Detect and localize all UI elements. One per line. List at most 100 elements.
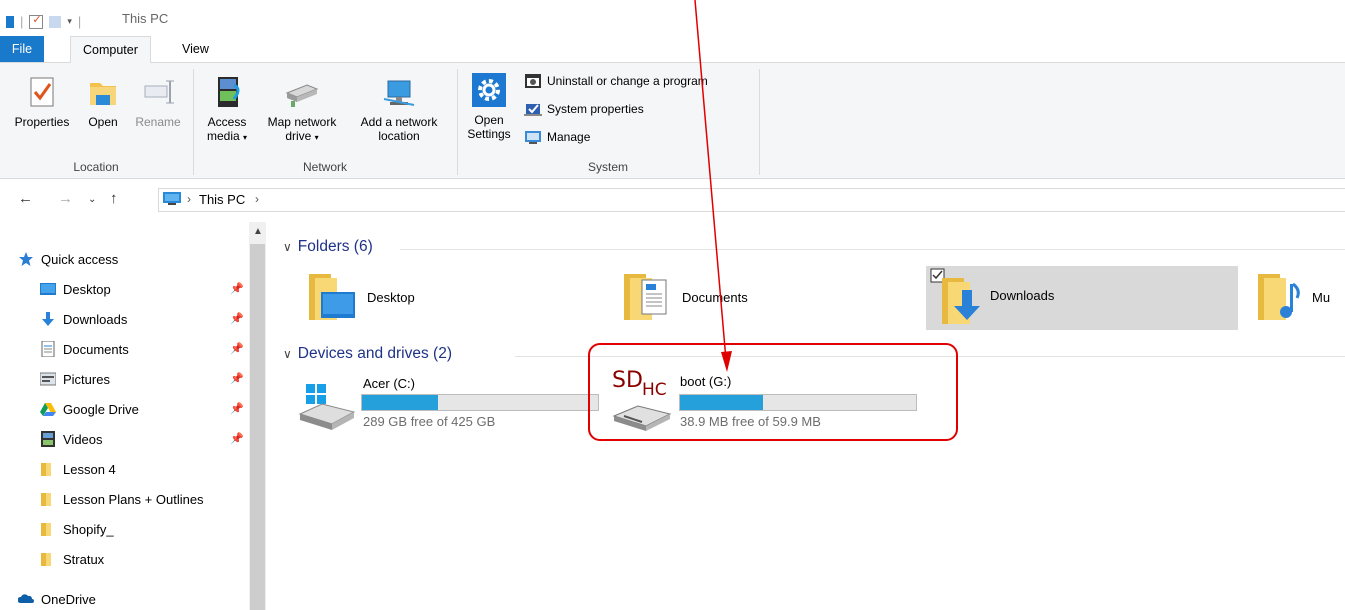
- uninstall-program-button[interactable]: Uninstall or change a program: [524, 73, 708, 89]
- breadcrumb-separator[interactable]: ›: [187, 192, 191, 206]
- desktop-icon: [40, 281, 56, 297]
- open-settings-button[interactable]: Open Settings: [464, 67, 514, 141]
- folder-icon: [40, 461, 56, 477]
- documents-icon: [40, 340, 56, 358]
- videos-icon: [40, 431, 56, 447]
- chevron-down-icon: ▾: [314, 133, 319, 142]
- drive-free-space: 289 GB free of 425 GB: [363, 414, 496, 429]
- up-arrow-icon[interactable]: ↑: [110, 190, 118, 207]
- collapse-chevron-icon[interactable]: ∨: [283, 240, 292, 254]
- sidebar-item-label: Stratux: [63, 551, 105, 567]
- folders-header-label: Folders (6): [297, 238, 373, 255]
- sidebar-item-onedrive[interactable]: OneDrive: [17, 588, 96, 610]
- access-media-label-1: Access: [207, 115, 247, 129]
- navigation-pane: Quick access Desktop 📌 Downloads 📌 Docum…: [0, 222, 256, 610]
- add-network-location-icon: [382, 75, 416, 109]
- properties-button[interactable]: Properties: [8, 67, 76, 129]
- scroll-up-arrow-icon[interactable]: ▲: [253, 226, 263, 237]
- sidebar-item-documents[interactable]: Documents: [40, 338, 129, 360]
- folder-documents[interactable]: Documents: [622, 270, 748, 324]
- tab-computer[interactable]: Computer: [70, 36, 151, 63]
- properties-qat-icon[interactable]: ✓: [29, 14, 44, 29]
- downloads-folder-icon: [930, 268, 980, 324]
- sidebar-item-quick-access[interactable]: Quick access: [18, 248, 118, 270]
- folder-label: Mu: [1312, 289, 1331, 305]
- system-properties-button[interactable]: System properties: [524, 101, 644, 117]
- access-media-button[interactable]: Access media ▾: [201, 67, 253, 145]
- recent-locations-chevron-icon[interactable]: ⌄: [88, 194, 96, 205]
- breadcrumb-this-pc[interactable]: This PC: [199, 192, 245, 207]
- manage-button[interactable]: Manage: [524, 129, 590, 145]
- sidebar-item-label: Google Drive: [63, 401, 139, 417]
- pin-icon[interactable]: 📌: [230, 282, 244, 295]
- folder-downloads[interactable]: Downloads: [930, 268, 1055, 324]
- desktop-folder-icon: [307, 270, 357, 324]
- documents-folder-icon: [622, 270, 672, 324]
- sidebar-item-label: Lesson 4: [63, 461, 116, 477]
- folder-icon: [40, 491, 56, 507]
- sidebar-item-shopify[interactable]: Shopify_: [40, 518, 114, 540]
- tab-file[interactable]: File: [0, 36, 44, 62]
- address-bar[interactable]: › This PC ›: [158, 188, 1345, 212]
- chevron-down-icon: ▾: [243, 133, 248, 142]
- sidebar-item-downloads[interactable]: Downloads: [40, 308, 127, 330]
- sidebar-item-lesson-4[interactable]: Lesson 4: [40, 458, 116, 480]
- customize-qat-icon[interactable]: ▾: [67, 16, 72, 27]
- properties-label: Properties: [14, 115, 70, 129]
- drive-name: Acer (C:): [363, 376, 415, 391]
- new-folder-qat-icon[interactable]: [49, 15, 62, 28]
- devices-drives-group-header[interactable]: ∨ Devices and drives (2): [283, 345, 452, 363]
- onedrive-label: OneDrive: [41, 591, 96, 607]
- network-group-label: Network: [302, 160, 347, 174]
- access-media-label-2: media: [206, 129, 240, 143]
- manage-label: Manage: [547, 130, 591, 144]
- open-settings-label-2: Settings: [467, 127, 511, 141]
- sidebar-item-lesson-plans[interactable]: Lesson Plans + Outlines: [40, 488, 204, 510]
- add-location-label-1: Add a network: [360, 115, 438, 129]
- system-properties-icon: [524, 104, 542, 116]
- sidebar-scrollbar-thumb[interactable]: [250, 244, 265, 610]
- sidebar-item-videos[interactable]: Videos: [40, 428, 103, 450]
- map-network-drive-icon: [285, 75, 319, 109]
- add-location-label-2: location: [378, 129, 420, 143]
- folder-icon: [40, 521, 56, 537]
- annotation-highlight-box: [588, 343, 958, 441]
- folder-label: Downloads: [990, 287, 1055, 303]
- pin-icon[interactable]: 📌: [230, 402, 244, 415]
- rename-button[interactable]: Rename: [130, 67, 186, 129]
- pin-icon[interactable]: 📌: [230, 432, 244, 445]
- sidebar-item-pictures[interactable]: Pictures: [39, 368, 110, 390]
- sidebar-item-stratux[interactable]: Stratux: [40, 548, 104, 570]
- folder-desktop[interactable]: Desktop: [307, 270, 415, 324]
- add-network-location-button[interactable]: Add a network location: [350, 67, 448, 143]
- ribbon-tab-bar: File Computer View: [0, 36, 1345, 63]
- breadcrumb-separator-end[interactable]: ›: [255, 192, 259, 206]
- map-network-drive-button[interactable]: Map network drive ▾: [256, 67, 348, 145]
- pin-icon[interactable]: 📌: [230, 312, 244, 325]
- forward-arrow-icon[interactable]: →: [58, 190, 73, 207]
- this-pc-icon: [163, 192, 181, 206]
- manage-icon: [525, 131, 541, 144]
- folder-label: Desktop: [367, 289, 415, 305]
- sidebar-item-label: Shopify_: [63, 521, 114, 537]
- sidebar-item-desktop[interactable]: Desktop: [40, 278, 111, 300]
- drive-c[interactable]: Acer (C:) 289 GB free of 425 GB: [296, 372, 599, 432]
- downloads-icon: [40, 311, 56, 327]
- tab-view[interactable]: View: [170, 36, 221, 62]
- sidebar-item-label: Pictures: [63, 371, 110, 387]
- pin-icon[interactable]: 📌: [230, 372, 244, 385]
- folder-music[interactable]: Mu: [1256, 270, 1330, 324]
- pin-icon[interactable]: 📌: [230, 342, 244, 355]
- open-button[interactable]: Open: [84, 67, 122, 129]
- sidebar-item-label: Documents: [63, 341, 129, 357]
- map-drive-label-2: drive: [285, 129, 312, 143]
- back-arrow-icon[interactable]: ←: [18, 190, 33, 207]
- folders-group-header[interactable]: ∨ Folders (6): [283, 238, 373, 256]
- open-label: Open: [88, 115, 118, 129]
- title-bar: | ✓ ▾ | This PC: [0, 0, 1345, 36]
- sidebar-item-google-drive[interactable]: Google Drive: [40, 398, 139, 420]
- onedrive-cloud-icon: [17, 591, 34, 607]
- collapse-chevron-icon[interactable]: ∨: [283, 347, 292, 361]
- sidebar-item-label: Downloads: [63, 311, 128, 327]
- explorer-app-icon[interactable]: [6, 15, 14, 28]
